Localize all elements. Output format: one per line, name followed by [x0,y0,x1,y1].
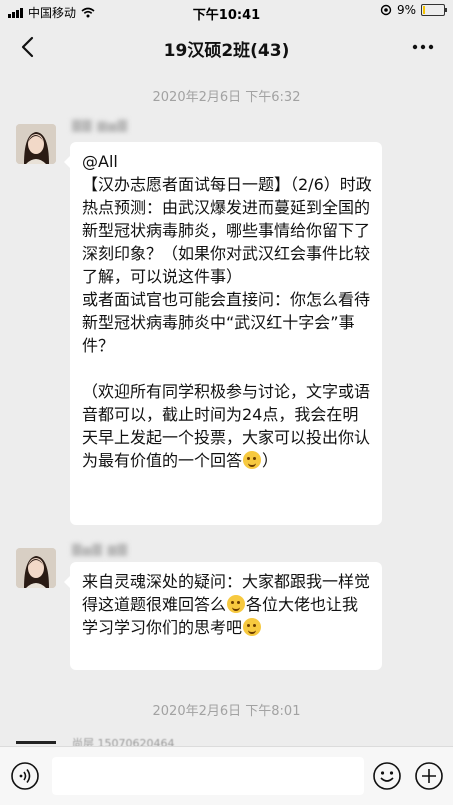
chat-area[interactable]: 2020年2月6日 下午6:32 ▇▇ ▆▅▇ @All 【汉办志愿者面试每日一… [0,70,453,750]
battery-percent: 9% [396,3,416,17]
input-bar [0,746,453,805]
smile-emoji-icon [243,451,262,469]
page-title: 19汉硕2班(43) [163,41,290,61]
emoji-icon[interactable] [372,761,402,791]
sweat-smile-emoji-icon [227,595,246,613]
partial-avatar [16,741,56,744]
nav-bar: 19汉硕2班(43) [0,24,453,70]
message-bubble[interactable]: @All 【汉办志愿者面试每日一题】（2/6）时政热点预测：由武汉爆发进而蔓延到… [64,142,382,525]
plus-icon[interactable] [414,761,444,791]
avatar[interactable] [16,124,56,164]
more-icon[interactable] [407,33,439,61]
sender-name-blurred: ▇▅▇ ▆▇ [72,542,128,556]
message-bubble[interactable]: 来自灵魂深处的疑问：大家都跟我一样觉得这道题很难回答么 各位大佬也让我学习学习你们… [64,562,382,670]
timestamp: 2020年2月6日 下午8:01 [152,704,301,719]
message-input[interactable] [52,757,364,795]
wink-emoji-icon [243,618,262,636]
rotation-lock-icon [380,4,392,16]
avatar[interactable] [16,548,56,588]
status-bar: 中国移动 下午10:41 9% [0,0,453,24]
timestamp: 2020年2月6日 下午6:32 [152,90,301,105]
sender-name-blurred: ▇▇ ▆▅▇ [72,118,128,132]
battery-fill [423,6,425,14]
message-text: 来自灵魂深处的疑问：大家都跟我一样觉得这道题很难回答么 各位大佬也让我学习学习你们… [82,572,371,637]
avatar-image [16,548,56,588]
voice-icon[interactable] [10,761,40,791]
battery-icon [421,4,447,16]
status-right: 9% [380,3,447,17]
avatar-image [16,124,56,164]
message-text: @All 【汉办志愿者面试每日一题】（2/6）时政热点预测：由武汉爆发进而蔓延到… [82,152,372,470]
